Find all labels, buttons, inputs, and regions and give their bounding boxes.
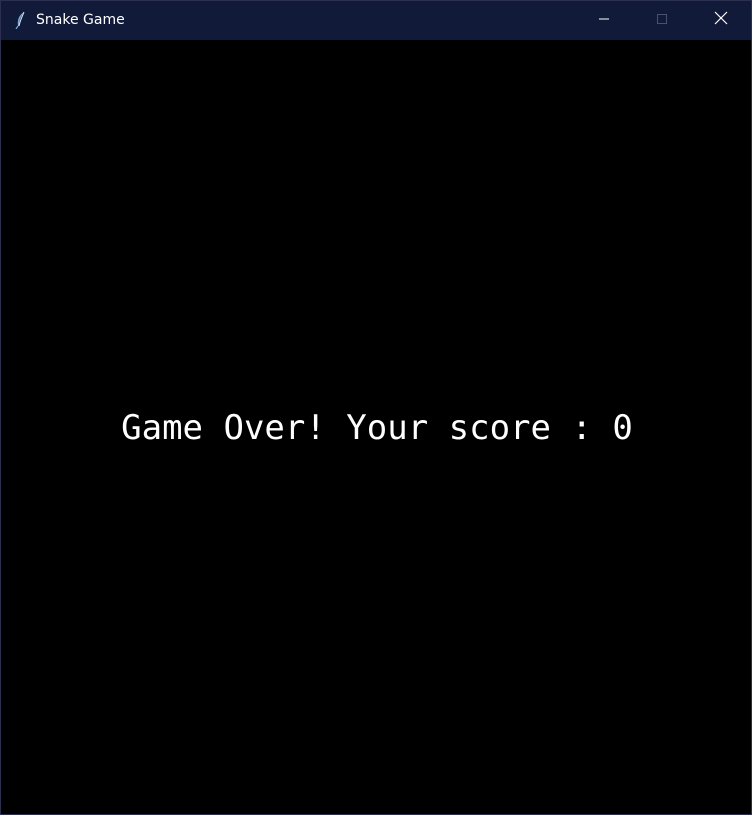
window-title: Snake Game xyxy=(36,12,125,28)
feather-icon xyxy=(13,11,29,30)
minimize-icon xyxy=(598,12,610,30)
maximize-icon xyxy=(656,12,668,30)
close-button[interactable] xyxy=(692,1,750,40)
game-canvas[interactable]: Game Over! Your score : 0 xyxy=(1,40,751,814)
close-icon xyxy=(714,11,728,30)
game-over-message: Game Over! Your score : 0 xyxy=(121,408,633,448)
title-bar[interactable]: Snake Game xyxy=(1,1,751,40)
app-window: Snake Game Game Over! Your score: 0 xyxy=(0,0,752,815)
maximize-button[interactable] xyxy=(633,1,691,40)
minimize-button[interactable] xyxy=(575,1,633,40)
